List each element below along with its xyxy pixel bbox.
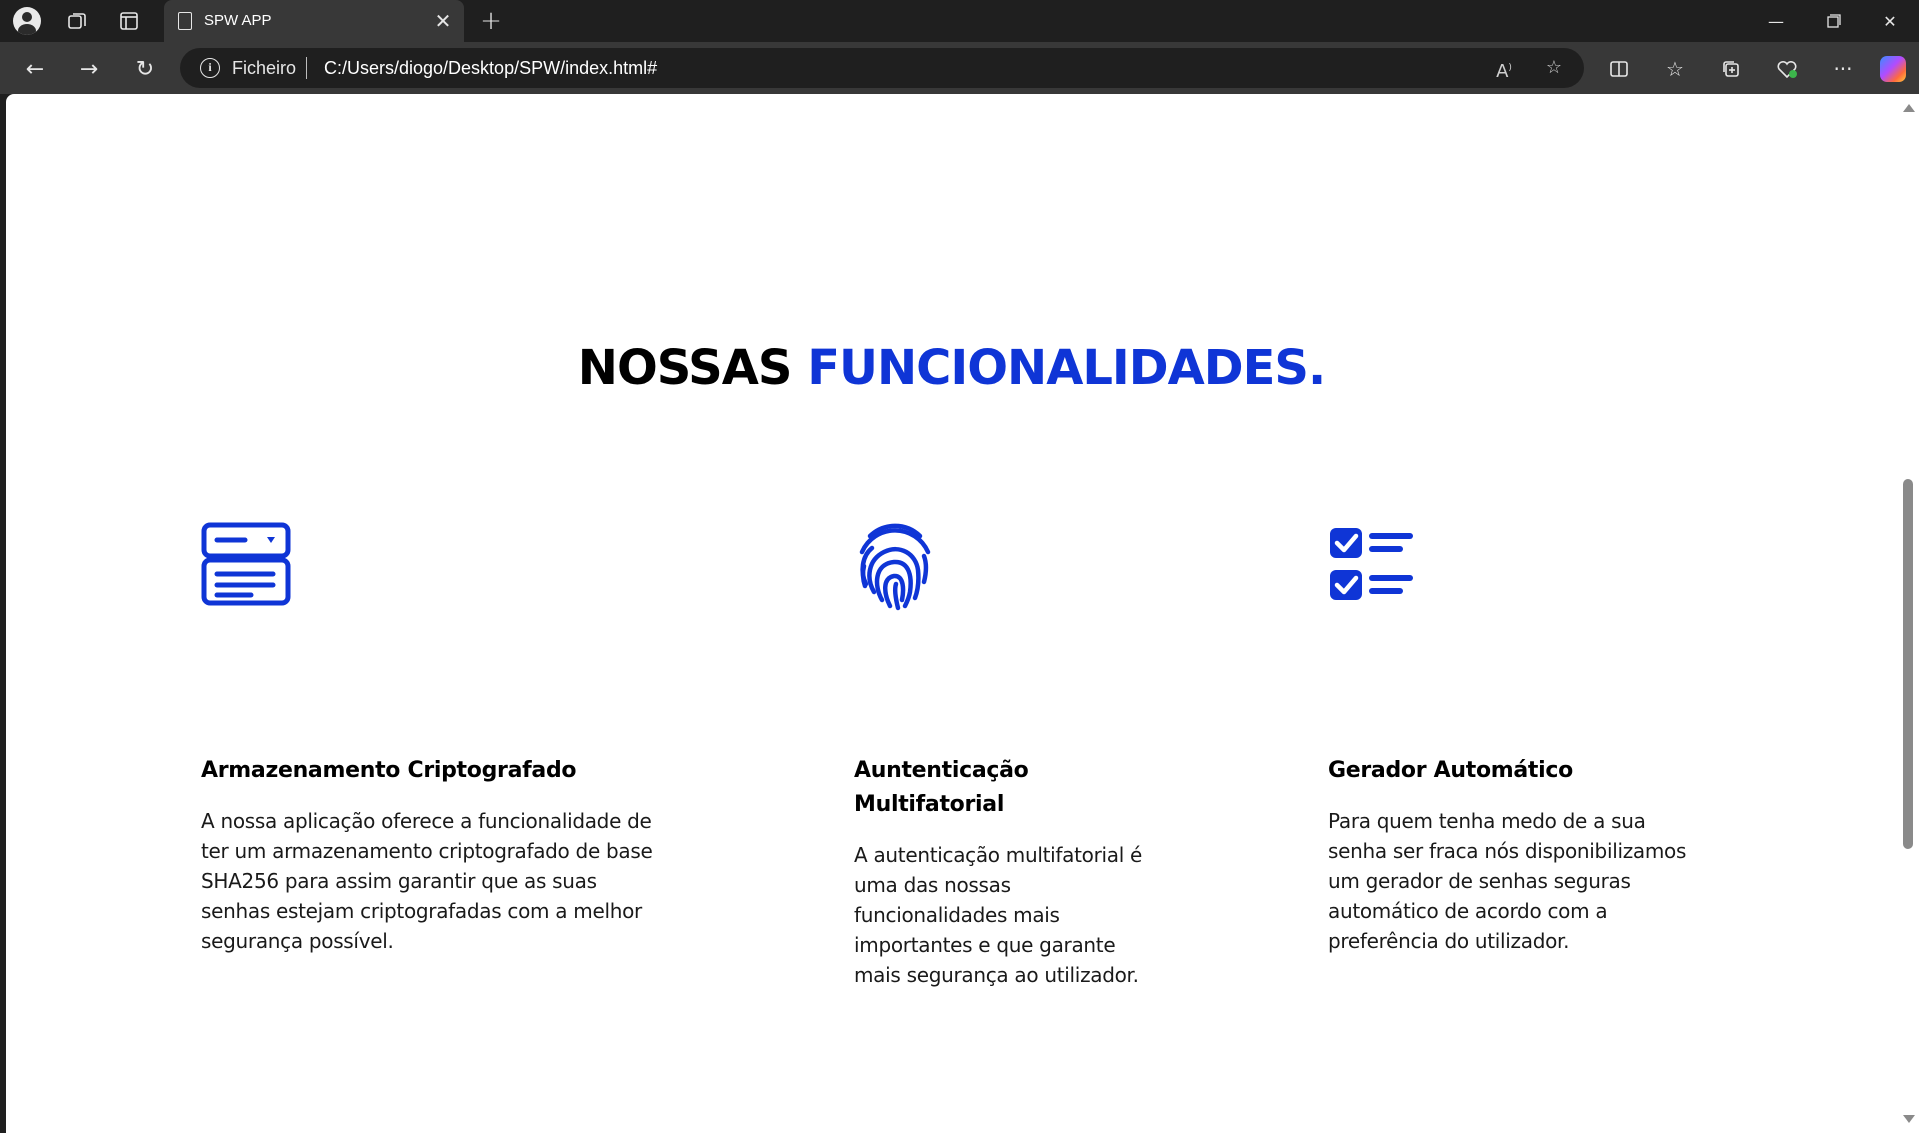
favorites-icon[interactable]: ☆ (1660, 54, 1690, 84)
scroll-up-arrow-icon[interactable] (1903, 104, 1915, 112)
refresh-icon[interactable]: ↻ (128, 52, 162, 86)
new-tab-icon[interactable]: + (476, 6, 506, 36)
tab-title: SPW APP (204, 12, 272, 29)
feature-title: Gerador Automático (1328, 758, 1573, 783)
minimize-icon[interactable]: — (1748, 0, 1804, 42)
active-tab[interactable]: SPW APP ✕ (164, 0, 464, 42)
section-heading: NOSSAS FUNCIONALIDADES. (6, 340, 1897, 396)
address-scheme-label: Ficheiro (232, 58, 297, 78)
fingerprint-icon (854, 522, 936, 616)
info-icon[interactable]: i (200, 58, 220, 78)
url-text[interactable]: C:/Users/diogo/Desktop/SPW/index.html# (324, 58, 657, 79)
back-icon[interactable]: ← (18, 52, 52, 86)
heading-part2: FUNCIONALIDADES. (807, 340, 1326, 396)
feature-title: Armazenamento Criptografado (201, 758, 577, 783)
server-storage-icon (201, 522, 291, 610)
split-screen-icon[interactable] (1604, 54, 1634, 84)
close-icon[interactable]: ✕ (432, 10, 454, 32)
feature-description: Para quem tenha medo de a sua senha ser … (1328, 809, 1687, 953)
browser-essentials-icon[interactable] (1772, 54, 1802, 84)
vertical-tabs-icon[interactable] (114, 6, 144, 36)
collections-icon[interactable] (1716, 54, 1746, 84)
web-page: NOSSAS FUNCIONALIDADES. Armazenamento Cr… (6, 94, 1897, 1133)
feature-description: A nossa aplicação oferece a funcionalida… (201, 809, 653, 953)
address-separator (306, 57, 307, 79)
page-scrollbar[interactable] (1897, 94, 1919, 1133)
document-icon (178, 12, 192, 30)
title-bar: SPW APP ✕ + — ✕ (0, 0, 1919, 42)
scroll-down-arrow-icon[interactable] (1903, 1115, 1915, 1123)
read-aloud-icon[interactable]: A) (1492, 56, 1516, 82)
profile-icon[interactable] (12, 6, 42, 36)
restore-icon[interactable] (1806, 0, 1862, 42)
feature-title: Auntenticação Multifatorial (854, 758, 1029, 817)
copilot-icon[interactable] (1878, 54, 1908, 84)
forward-icon[interactable]: → (72, 52, 106, 86)
heading-part1: NOSSAS (577, 340, 793, 396)
scrollbar-thumb[interactable] (1903, 479, 1913, 849)
feature-description: A autenticação multifatorial é uma das n… (854, 843, 1143, 987)
checklist-icon (1328, 522, 1414, 610)
favorite-star-icon[interactable]: ☆ (1542, 56, 1566, 80)
window-close-icon[interactable]: ✕ (1862, 0, 1918, 42)
browser-toolbar: ← → ↻ i Ficheiro C:/Users/diogo/Desktop/… (0, 42, 1919, 94)
workspaces-icon[interactable] (62, 6, 92, 36)
more-icon[interactable]: ··· (1828, 54, 1858, 84)
address-bar[interactable]: i Ficheiro C:/Users/diogo/Desktop/SPW/in… (180, 48, 1584, 88)
